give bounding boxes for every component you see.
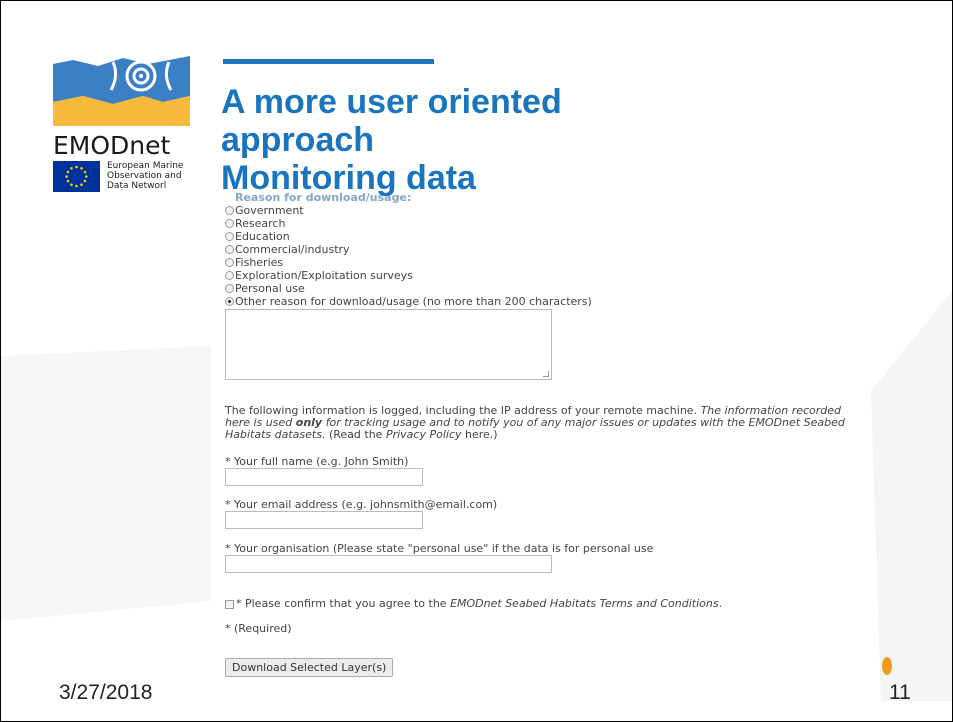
terms-confirm-row: * Please confirm that you agree to the E…: [225, 597, 722, 610]
radio-button[interactable]: [225, 245, 234, 254]
reason-option-label: Education: [235, 230, 290, 243]
title-line: A more user oriented: [221, 83, 562, 121]
eu-tagline-line: Observation and: [107, 171, 182, 181]
organisation-field[interactable]: [225, 555, 552, 573]
notice-text: here.): [461, 428, 498, 441]
slide-date: 3/27/2018: [59, 681, 153, 704]
full-name-label: * Your full name (e.g. John Smith): [225, 455, 409, 468]
full-name-field[interactable]: [225, 468, 423, 486]
title-line: Monitoring data: [221, 159, 476, 197]
reason-option-label: Fisheries: [235, 256, 284, 269]
reason-option[interactable]: Fisheries: [225, 256, 592, 269]
radio-button[interactable]: [225, 284, 234, 293]
terms-checkbox[interactable]: [225, 599, 234, 609]
reason-option-label: Personal use: [235, 282, 305, 295]
download-selected-layers-button[interactable]: Download Selected Layer(s): [225, 658, 394, 677]
reason-option-label: Exploration/Exploitation surveys: [235, 269, 413, 282]
reason-option-label: Research: [235, 217, 286, 230]
privacy-policy-link[interactable]: Privacy Policy: [386, 428, 462, 441]
reason-option-label: Government: [235, 204, 304, 217]
reason-option[interactable]: Research: [225, 217, 592, 230]
slide: EMODnet European Marine Observation and …: [0, 0, 953, 722]
radio-button[interactable]: [225, 206, 234, 215]
terms-link[interactable]: EMODnet Seabed Habitats Terms and Condit…: [450, 597, 719, 610]
terms-prefix: * Please confirm that you agree to the: [236, 597, 451, 610]
terms-suffix: .: [718, 597, 723, 610]
logo-graphic-icon: [53, 56, 190, 126]
reason-radio-group: Government Research Education Commercial…: [225, 204, 592, 308]
radio-button[interactable]: [225, 271, 234, 280]
radio-button[interactable]: [225, 219, 234, 228]
eu-tagline-line: European Marine: [107, 161, 184, 171]
eu-tagline-line: Data Networl: [107, 181, 167, 191]
title-accent-bar: [223, 59, 434, 64]
reason-option[interactable]: Education: [225, 230, 592, 243]
other-reason-textarea[interactable]: [225, 309, 552, 380]
reason-option[interactable]: Government: [225, 204, 592, 217]
email-label: * Your email address (e.g. johnsmith@ema…: [225, 498, 498, 511]
slide-title: A more user oriented approach Monitoring…: [221, 83, 701, 197]
notice-text: (Read the: [325, 428, 386, 441]
reason-option[interactable]: Exploration/Exploitation surveys: [225, 269, 592, 282]
emodnet-logo: [53, 56, 193, 126]
organisation-label: * Your organisation (Please state "perso…: [225, 542, 654, 555]
required-note: * (Required): [225, 622, 292, 635]
reason-option-label: Other reason for download/usage (no more…: [235, 295, 592, 308]
decorative-dot: [882, 657, 892, 675]
resize-grip-icon[interactable]: [543, 371, 549, 377]
eu-tagline: European Marine Observation and Data Net…: [107, 161, 183, 191]
radio-button-checked[interactable]: [225, 297, 234, 306]
email-field[interactable]: [225, 511, 423, 529]
reason-option[interactable]: Personal use: [225, 282, 592, 295]
radio-button[interactable]: [225, 232, 234, 241]
radio-button[interactable]: [225, 258, 234, 267]
logo-wordmark: EMODnet: [53, 131, 171, 160]
reason-option-label: Commercial/industry: [235, 243, 350, 256]
reason-option[interactable]: Commercial/industry: [225, 243, 592, 256]
logging-notice: The following information is logged, inc…: [225, 405, 865, 441]
reason-option[interactable]: Other reason for download/usage (no more…: [225, 295, 592, 308]
slide-number: 11: [889, 681, 911, 704]
eu-flag-icon: [53, 161, 100, 192]
title-line: approach: [221, 121, 375, 159]
